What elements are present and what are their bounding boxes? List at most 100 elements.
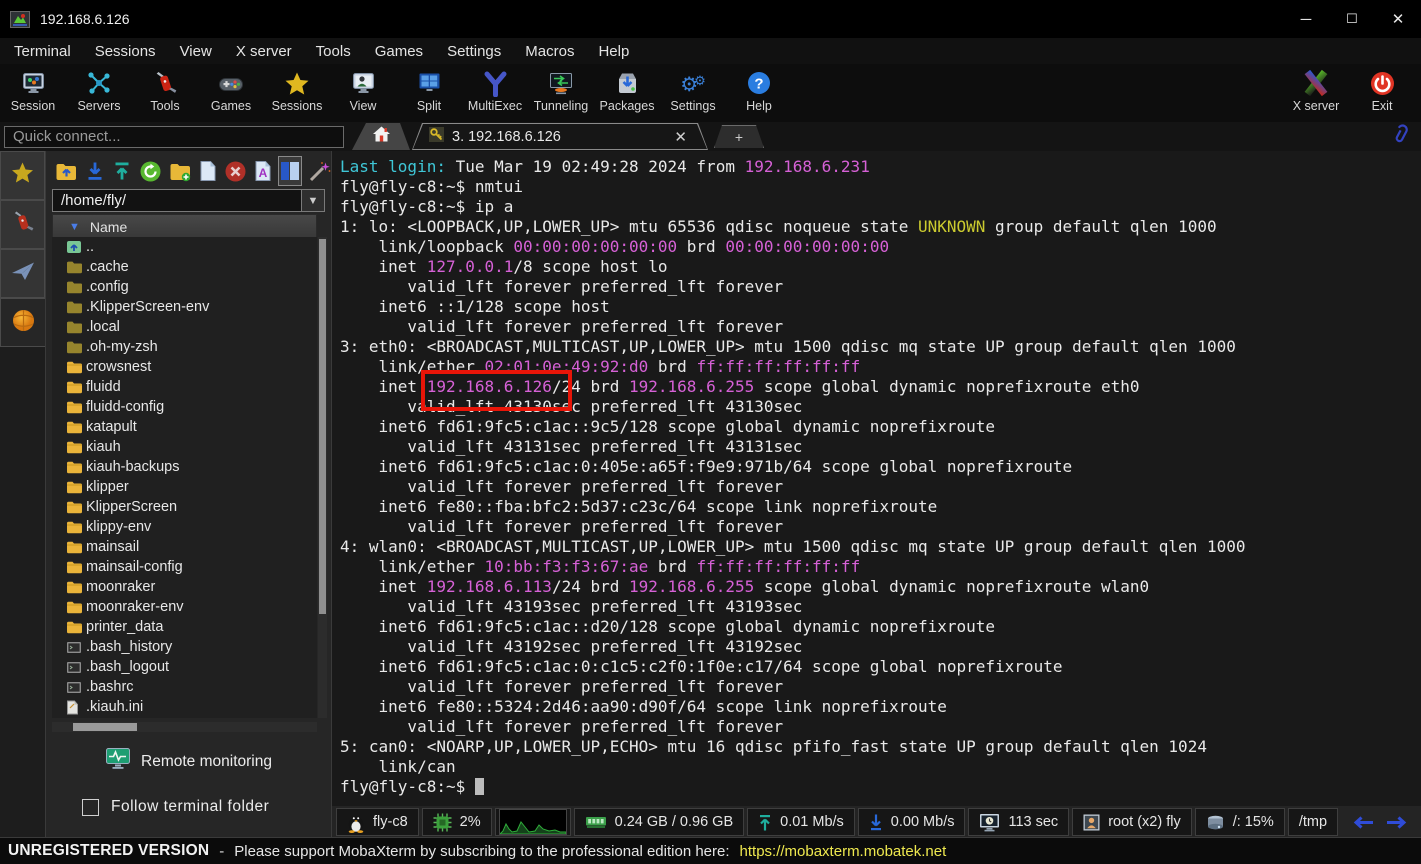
file-list-vertical-scrollbar[interactable] — [318, 237, 327, 718]
menu-settings[interactable]: Settings — [435, 38, 513, 64]
upload-icon[interactable] — [111, 156, 133, 186]
folder-hidden-icon — [66, 320, 86, 334]
file-row[interactable]: .local — [52, 317, 317, 337]
path-dropdown-button[interactable]: ▼ — [302, 189, 325, 212]
checkbox[interactable] — [82, 799, 99, 816]
file-row[interactable]: printer_data — [52, 617, 317, 637]
new-tab-button[interactable]: + — [714, 125, 764, 148]
menu-help[interactable]: Help — [586, 38, 641, 64]
menu-x-server[interactable]: X server — [224, 38, 304, 64]
file-sh-icon — [66, 681, 86, 694]
toolbar-settings-button[interactable]: ⚙⚙Settings — [660, 64, 726, 113]
maximize-button[interactable]: ☐ — [1329, 0, 1375, 38]
menu-tools[interactable]: Tools — [304, 38, 363, 64]
mobatek-link[interactable]: https://mobaxterm.mobatek.net — [740, 843, 947, 860]
toolbar-help-button[interactable]: ?Help — [726, 64, 792, 113]
follow-terminal-folder-checkbox[interactable]: Follow terminal folder — [82, 798, 331, 816]
menu-view[interactable]: View — [168, 38, 224, 64]
file-row[interactable]: .oh-my-zsh — [52, 337, 317, 357]
status-penguin: fly-c8 — [336, 808, 419, 836]
panel-view-icon[interactable] — [278, 156, 302, 186]
file-row[interactable]: fluidd-config — [52, 397, 317, 417]
strip-star-button[interactable] — [0, 151, 45, 200]
main-area: A /home/fly/ ▼ ▼ Name ...cache.config.Kl… — [0, 151, 1421, 838]
nav-back-icon[interactable] — [1351, 815, 1374, 830]
toolbar-games-button[interactable]: Games — [198, 64, 264, 113]
terminal-line: inet6 fd61:9fc5:c1ac:0:c1c5:c2f0:1f0e:c1… — [340, 657, 1421, 677]
file-row[interactable]: .. — [52, 237, 317, 257]
toolbar-sessions-button[interactable]: Sessions — [264, 64, 330, 113]
file-row[interactable]: KlipperScreen — [52, 497, 317, 517]
paperclip-icon[interactable] — [1389, 122, 1411, 151]
globe-icon — [10, 307, 37, 339]
terminal-line: valid_lft 43193sec preferred_lft 43193se… — [340, 597, 1421, 617]
menu-games[interactable]: Games — [363, 38, 435, 64]
toolbar-servers-button[interactable]: Servers — [66, 64, 132, 113]
file-row[interactable]: .config — [52, 277, 317, 297]
close-button[interactable]: ✕ — [1375, 0, 1421, 38]
file-row[interactable]: .bash_history — [52, 637, 317, 657]
toolbar-tools-button[interactable]: Tools — [132, 64, 198, 113]
file-row[interactable]: mainsail-config — [52, 557, 317, 577]
nav-forward-icon[interactable] — [1386, 815, 1409, 830]
file-row[interactable]: moonraker — [52, 577, 317, 597]
file-list-header[interactable]: ▼ Name — [52, 214, 317, 239]
file-row[interactable]: kiauh-backups — [52, 457, 317, 477]
file-row[interactable]: .bashrc — [52, 677, 317, 697]
toolbar-exit-button[interactable]: Exit — [1349, 64, 1415, 113]
new-file-icon[interactable] — [198, 156, 218, 186]
file-row[interactable]: .KlipperScreen-env — [52, 297, 317, 317]
remote-monitoring-button[interactable]: Remote monitoring — [46, 747, 331, 776]
file-row[interactable]: klipper — [52, 477, 317, 497]
file-row[interactable]: kiauh — [52, 437, 317, 457]
tab-active[interactable]: 3. 192.168.6.126 ✕ — [412, 123, 708, 150]
file-row[interactable]: katapult — [52, 417, 317, 437]
menu-macros[interactable]: Macros — [513, 38, 586, 64]
folder-icon — [66, 400, 86, 414]
toolbar-split-button[interactable]: Split — [396, 64, 462, 113]
plane-icon — [10, 259, 36, 288]
terminal-line: valid_lft 43131sec preferred_lft 43131se… — [340, 437, 1421, 457]
menu-sessions[interactable]: Sessions — [83, 38, 168, 64]
terminal-output[interactable]: Last login: Tue Mar 19 02:49:28 2024 fro… — [332, 151, 1421, 806]
refresh-icon[interactable] — [138, 156, 163, 186]
toolbar-multiexec-button[interactable]: MultiExec — [462, 64, 528, 113]
toolbar-tunneling-button[interactable]: Tunneling — [528, 64, 594, 113]
download-icon[interactable] — [84, 156, 106, 186]
new-folder-icon[interactable] — [168, 156, 193, 186]
help-icon: ? — [746, 68, 772, 98]
menu-terminal[interactable]: Terminal — [2, 38, 83, 64]
toolbar-packages-button[interactable]: Packages — [594, 64, 660, 113]
terminal-pane[interactable]: Last login: Tue Mar 19 02:49:28 2024 fro… — [331, 151, 1421, 838]
users-icon — [1083, 814, 1100, 831]
file-row[interactable]: crowsnest — [52, 357, 317, 377]
folder-up-icon[interactable] — [54, 156, 79, 186]
path-input[interactable]: /home/fly/ — [52, 189, 302, 212]
terminal-line: valid_lft 43130sec preferred_lft 43130se… — [340, 397, 1421, 417]
file-row[interactable]: klippy-env — [52, 517, 317, 537]
tab-home[interactable] — [352, 123, 410, 150]
toolbar-view-button[interactable]: View — [330, 64, 396, 113]
status-disk: /: 15% — [1195, 808, 1285, 836]
strip-knife-button[interactable] — [0, 200, 45, 249]
toolbar-session-button[interactable]: Session — [0, 64, 66, 113]
tab-close-icon[interactable]: ✕ — [670, 128, 691, 146]
file-row[interactable]: .bash_logout — [52, 657, 317, 677]
toolbar-x-server-button[interactable]: X server — [1283, 64, 1349, 113]
file-row[interactable]: .kiauh.ini — [52, 697, 317, 717]
file-row[interactable]: .cache — [52, 257, 317, 277]
folder-icon — [66, 420, 86, 434]
minimize-button[interactable]: ─ — [1283, 0, 1329, 38]
file-list-horizontal-scrollbar[interactable] — [52, 722, 317, 732]
file-row[interactable]: fluidd — [52, 377, 317, 397]
file-row[interactable]: mainsail — [52, 537, 317, 557]
wand-icon[interactable] — [307, 156, 332, 186]
delete-icon[interactable] — [223, 156, 248, 186]
file-row[interactable]: moonraker-env — [52, 597, 317, 617]
rename-icon[interactable]: A — [253, 156, 273, 186]
terminal-line: valid_lft forever preferred_lft forever — [340, 317, 1421, 337]
quick-connect-input[interactable] — [4, 126, 344, 148]
xserver-icon — [1301, 68, 1331, 98]
strip-globe-button[interactable] — [0, 298, 45, 347]
strip-plane-button[interactable] — [0, 249, 45, 298]
